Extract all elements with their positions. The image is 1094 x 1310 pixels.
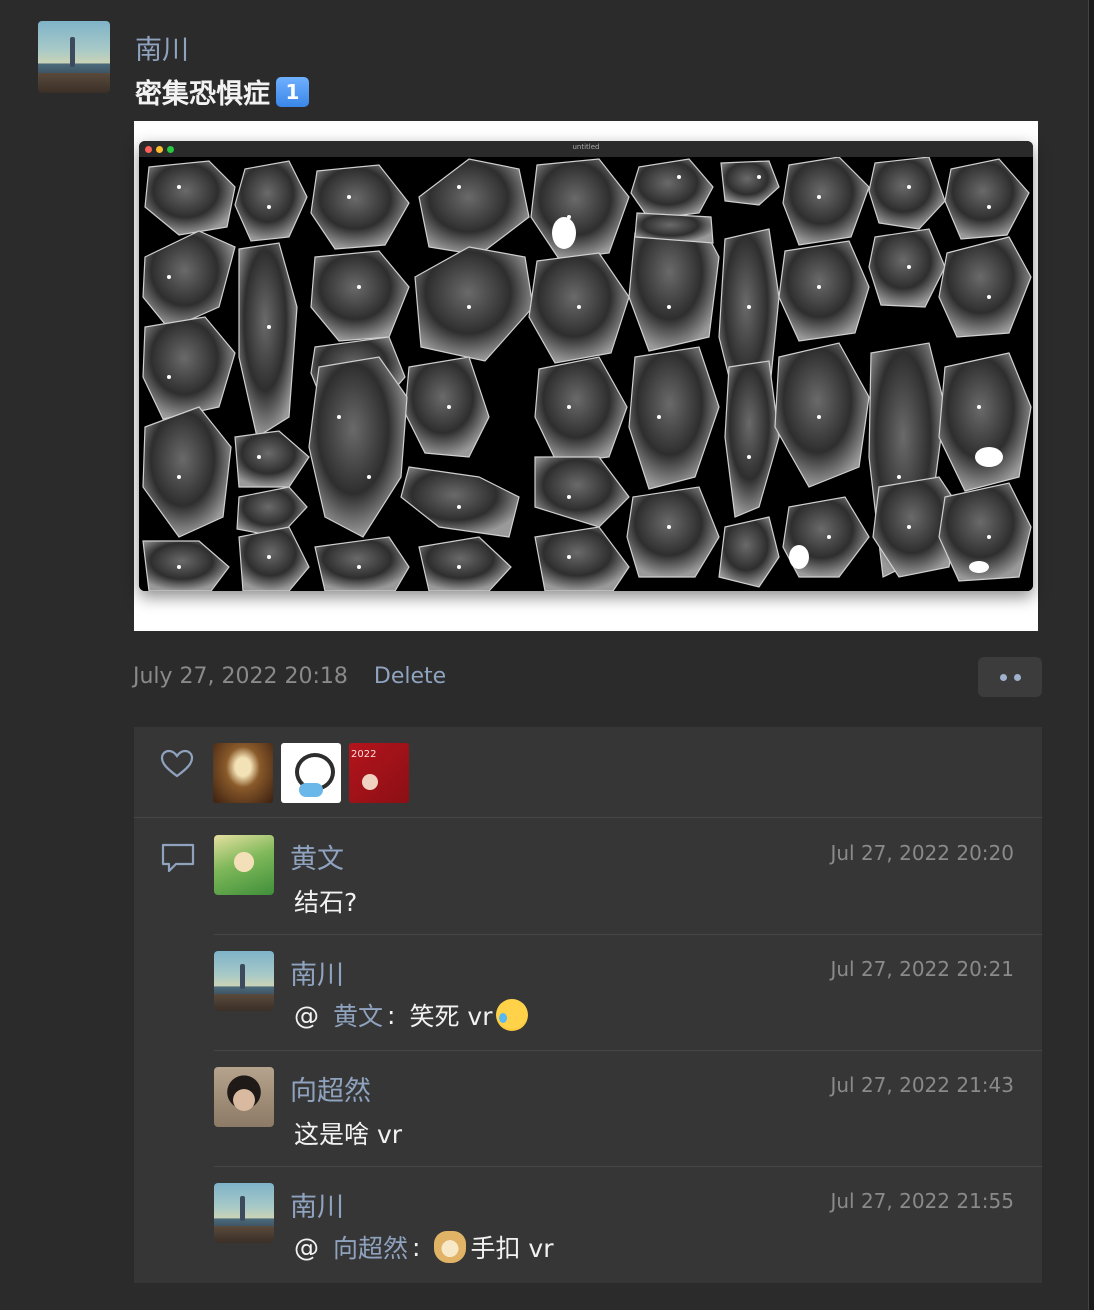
comment-text-4: @ 向超然 : 手扣 vr	[294, 1229, 553, 1265]
comment-text-3: 这是啥 vr	[294, 1120, 403, 1149]
mention-prefix: @	[294, 1000, 319, 1030]
poster-avatar[interactable]	[38, 21, 110, 93]
comment-avatar-4[interactable]	[214, 1183, 274, 1243]
heart-icon	[160, 749, 194, 778]
delete-button[interactable]: Delete	[374, 664, 446, 689]
like-avatar-1[interactable]	[213, 743, 273, 803]
screenshot-titlebar: untitled	[139, 141, 1033, 157]
post-timestamp: July 27, 2022 20:18	[133, 664, 348, 689]
like-avatar-2[interactable]	[281, 743, 341, 803]
screenshot-title: untitled	[572, 143, 600, 151]
like-avatar-3-text: 2022	[351, 749, 377, 760]
comment-text-content: 手扣 vr	[470, 1234, 554, 1263]
comment-text-2: @ 黄文 : 笑死 vr	[294, 997, 529, 1033]
comment-author-4[interactable]: 南川	[290, 1185, 344, 1224]
comment-author-3[interactable]: 向超然	[290, 1069, 371, 1108]
mention-separator: :	[387, 1000, 396, 1030]
comment-author-2[interactable]: 南川	[290, 953, 344, 992]
comment-time-1: Jul 27, 2022 20:20	[830, 841, 1014, 865]
comment-time-3: Jul 27, 2022 21:43	[830, 1073, 1014, 1097]
comment-author-1[interactable]: 黄文	[290, 837, 344, 876]
window-edge	[1088, 0, 1094, 1310]
comment-divider	[214, 934, 1042, 935]
comment-time-4: Jul 27, 2022 21:55	[830, 1189, 1014, 1213]
crystal-blobs-image	[139, 157, 1033, 591]
interaction-panel: 2022 黄文 Jul 27, 2022 20:20 结石? 南川 Jul 27…	[134, 727, 1042, 1283]
more-dots-icon[interactable]	[978, 657, 1042, 697]
comment-divider	[214, 1166, 1042, 1167]
like-avatar-3[interactable]: 2022	[349, 743, 409, 803]
laughing-tears-emoji-icon	[496, 999, 529, 1031]
post-meta: July 27, 2022 20:18 Delete	[133, 664, 446, 689]
mention-separator: :	[412, 1232, 421, 1262]
screenshot-window: untitled	[139, 141, 1033, 591]
mention-link[interactable]: 黄文	[333, 997, 383, 1033]
comment-avatar-3[interactable]	[214, 1067, 274, 1127]
poster-name[interactable]: 南川	[135, 28, 189, 67]
comment-icon	[161, 843, 195, 873]
comment-time-2: Jul 27, 2022 20:21	[830, 957, 1014, 981]
comment-text-1: 结石?	[294, 888, 358, 917]
mention-prefix: @	[294, 1232, 319, 1262]
like-divider	[134, 817, 1042, 818]
doge-emoji-icon	[434, 1231, 467, 1263]
post-image[interactable]: untitled	[134, 121, 1038, 631]
post-text-content: 密集恐惧症	[135, 79, 270, 110]
post-text: 密集恐惧症 1	[135, 72, 309, 111]
mention-link[interactable]: 向超然	[333, 1229, 408, 1265]
comment-divider	[214, 1050, 1042, 1051]
comment-avatar-1[interactable]	[214, 835, 274, 895]
comment-avatar-2[interactable]	[214, 951, 274, 1011]
moments-feed: 南川 密集恐惧症 1 untitled July 27, 2022 20:18 …	[0, 0, 1094, 1310]
keycap-one-emoji: 1	[276, 76, 309, 107]
comment-text-content: 笑死 vr	[409, 1002, 493, 1031]
